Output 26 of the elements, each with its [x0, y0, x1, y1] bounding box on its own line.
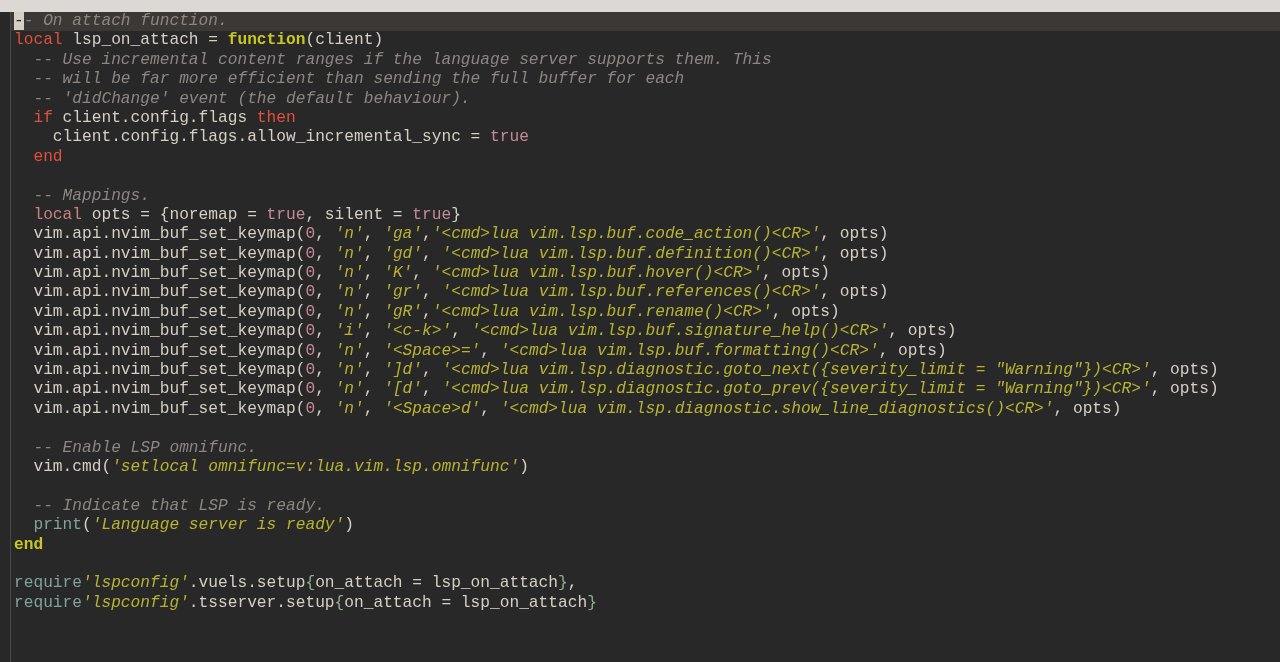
code-line: -- Mappings. [32, 186, 151, 206]
code-line: local opts = {noremap = true, silent = true} [32, 205, 462, 226]
code-line: vim.api.nvim_buf_set_keymap(0, 'n', 'gr', '<cmd>lua vim.lsp.buf.references()<CR>', opts) [32, 283, 890, 303]
code-line: if client.config.flags then [32, 108, 297, 129]
code-line: require'lspconfig'.vuels.setup{on_attach = lsp_on_attach}, [13, 574, 579, 594]
code-line: vim.cmd('setlocal omnifunc=v:lua.vim.lsp.omnifunc') [32, 458, 530, 478]
code-line: -- Enable LSP omnifunc. [32, 438, 258, 458]
code-line: vim.api.nvim_buf_set_keymap(0, 'n', '[d', '<cmd>lua vim.lsp.diagnostic.goto_prev({severity_limit = "Warning"})<CR>', opts) [32, 380, 1220, 400]
code-line: client.config.flags.allow_incremental_sync = true [51, 128, 530, 148]
code-line: vim.api.nvim_buf_set_keymap(0, 'n', 'ga','<cmd>lua vim.lsp.buf.code_action()<CR>', opts) [32, 225, 890, 245]
code-line: vim.api.nvim_buf_set_keymap(0, 'n', 'gR','<cmd>lua vim.lsp.buf.rename()<CR>', opts) [32, 302, 841, 323]
code-line: end [32, 147, 64, 168]
code-line: local lsp_on_attach = function(client) [13, 31, 385, 51]
code-line: end [13, 535, 45, 555]
code-line: -- Indicate that LSP is ready. [32, 496, 326, 517]
code-line: -- will be far more efficient than sending the full buffer for each [32, 70, 686, 90]
code-line: require'lspconfig'.tsserver.setup{on_attach = lsp_on_attach} [13, 593, 598, 614]
code-line: -- 'didChange' event (the default behaviour). [32, 89, 472, 109]
code-line: vim.api.nvim_buf_set_keymap(0, 'n', '<Space>d', '<cmd>lua vim.lsp.diagnostic.show_line_diagnostics()<CR>', opts) [32, 399, 1123, 420]
code-line: vim.api.nvim_buf_set_keymap(0, 'n', '<Space>=', '<cmd>lua vim.lsp.buf.formatting()<CR>', opts) [32, 341, 948, 362]
code-line: vim.api.nvim_buf_set_keymap(0, 'n', 'K', '<cmd>lua vim.lsp.buf.hover()<CR>', opts) [32, 264, 832, 284]
code-line: -- Use incremental content ranges if the language server supports them. This [32, 50, 773, 71]
code-line: vim.api.nvim_buf_set_keymap(0, 'n', ']d', '<cmd>lua vim.lsp.diagnostic.goto_next({severity_limit = "Warning"})<CR>', opts) [32, 361, 1220, 381]
code-line: vim.api.nvim_buf_set_keymap(0, 'n', 'gd', '<cmd>lua vim.lsp.buf.definition()<CR>', opts) [32, 244, 890, 265]
code-line: vim.api.nvim_buf_set_keymap(0, 'i', '<c-k>', '<cmd>lua vim.lsp.buf.signature_help()<CR>', opts) [32, 322, 958, 342]
code-line: print('Language server is ready') [32, 516, 355, 536]
